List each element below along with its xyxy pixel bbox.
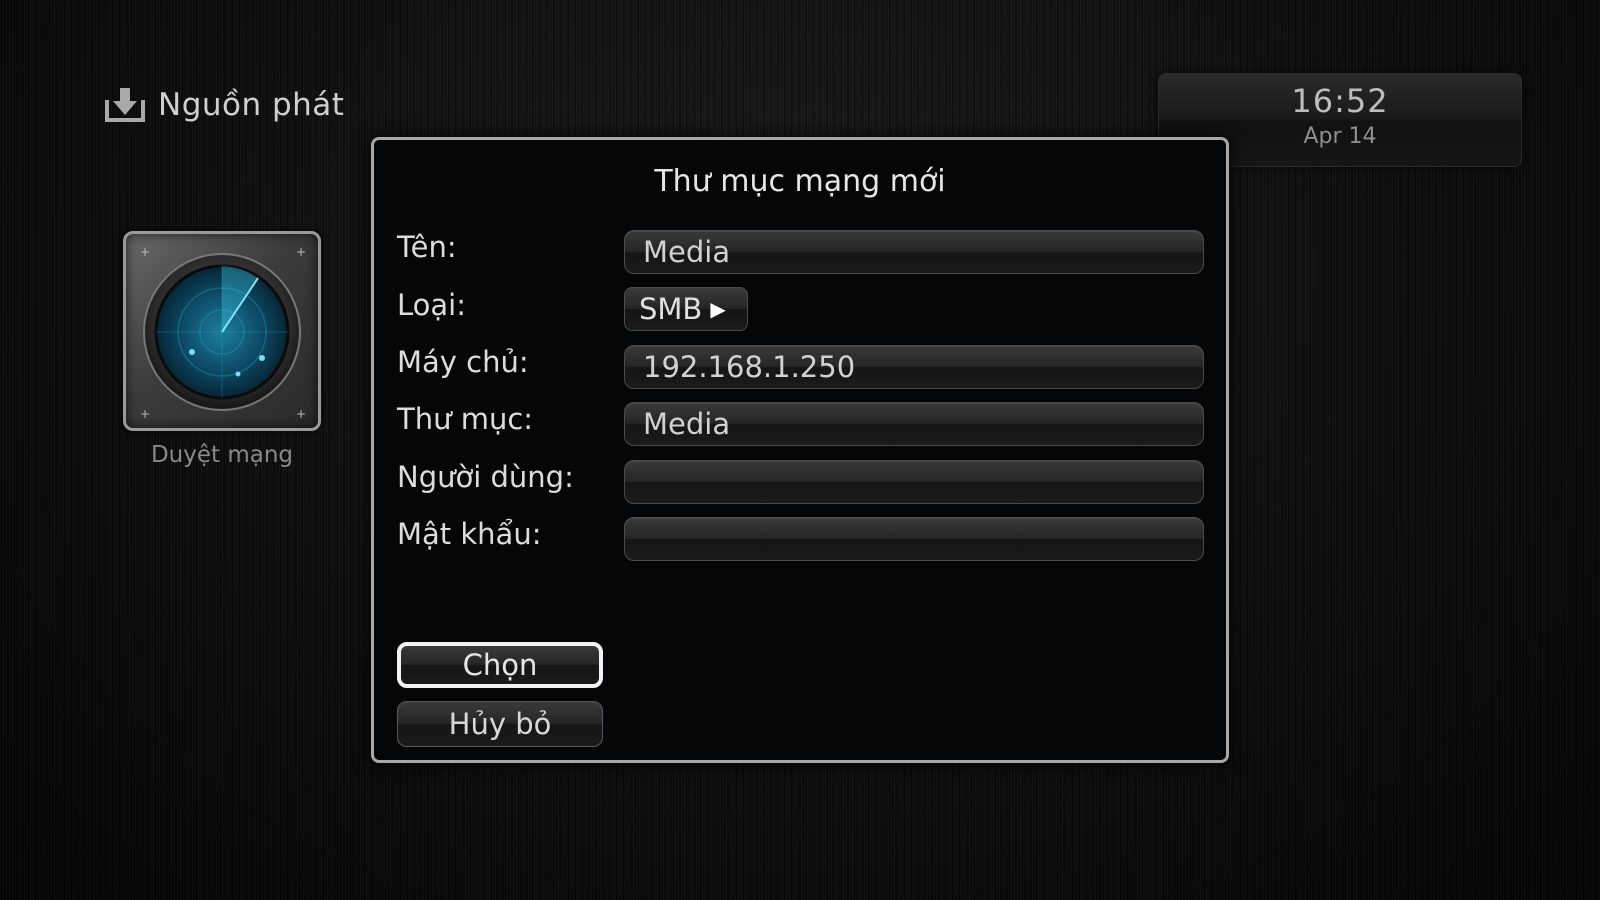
download-tray-icon — [105, 88, 145, 122]
folder-field[interactable]: Media — [624, 402, 1204, 446]
play-arrow-icon: ▶ — [710, 297, 726, 321]
page-title: Nguồn phát — [158, 87, 345, 123]
cancel-button[interactable]: Hủy bỏ — [397, 701, 603, 747]
server-field[interactable]: 192.168.1.250 — [624, 345, 1204, 389]
dialog-title: Thư mục mạng mới — [654, 164, 946, 199]
folder-label: Thư mục: — [397, 402, 534, 436]
password-field[interactable] — [624, 517, 1204, 561]
user-label: Người dùng: — [397, 460, 574, 494]
select-button[interactable]: Chọn — [397, 642, 603, 688]
svg-text:+: + — [140, 245, 150, 259]
clock-time: 16:52 — [1291, 82, 1389, 120]
svg-text:+: + — [296, 407, 306, 421]
page-header: Nguồn phát — [104, 86, 344, 124]
name-field[interactable]: Media — [624, 230, 1204, 274]
svg-text:+: + — [296, 245, 306, 259]
type-selector[interactable]: SMB ▶ — [624, 287, 748, 331]
svg-text:+: + — [140, 407, 150, 421]
type-label: Loại: — [397, 288, 466, 322]
type-value: SMB — [639, 292, 703, 326]
server-label: Máy chủ: — [397, 345, 529, 379]
browse-network-tile[interactable]: + + + + — [123, 231, 321, 431]
browse-network-label: Duyệt mạng — [150, 442, 294, 468]
password-label: Mật khẩu: — [397, 517, 542, 551]
radar-icon: + + + + — [140, 245, 306, 421]
user-field[interactable] — [624, 460, 1204, 504]
new-network-folder-dialog: Thư mục mạng mới Tên: Media Loại: SMB ▶ … — [371, 137, 1229, 763]
name-label: Tên: — [397, 230, 457, 264]
